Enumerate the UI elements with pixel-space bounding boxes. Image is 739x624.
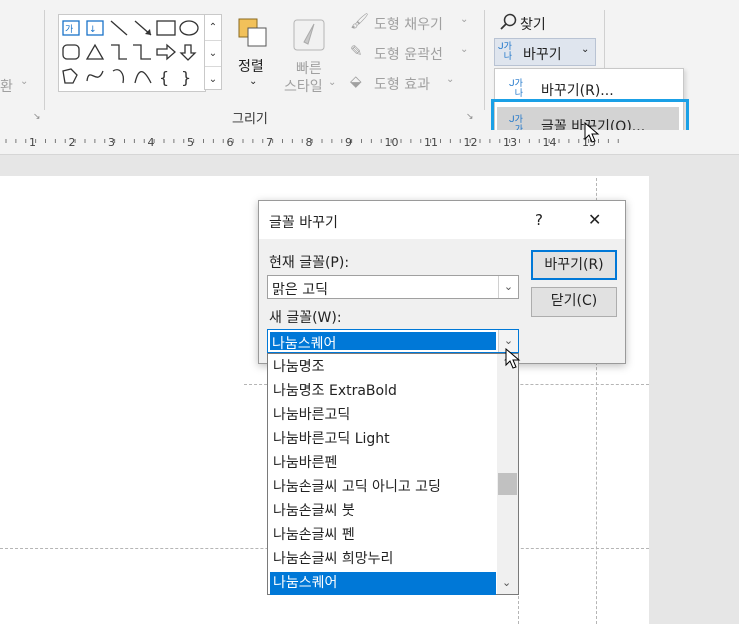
group-separator: [44, 10, 45, 110]
font-list-item-selected[interactable]: 나눔스퀘어: [270, 572, 496, 595]
font-list-item[interactable]: 나눔명조: [270, 356, 496, 379]
close-icon[interactable]: ✕: [588, 210, 601, 229]
menu-item-label: 바꾸기(R)...: [541, 83, 614, 99]
quick-styles-label-1: 빠른: [296, 61, 322, 77]
quick-styles-button[interactable]: 빠른 스타일 ⌄: [282, 14, 338, 100]
shape-effects-button[interactable]: ⬙ 도형 효과 ⌄: [350, 72, 470, 94]
current-font-label: 현재 글꼴(P):: [269, 255, 350, 271]
ruler-label: 12: [464, 136, 478, 149]
current-font-value: 맑은 고딕: [272, 282, 328, 298]
ruler-label: 7: [266, 136, 273, 149]
svg-text:가: 가: [65, 24, 73, 35]
ruler-label: 8: [306, 136, 313, 149]
mouse-cursor-icon: [584, 122, 600, 143]
chevron-down-icon[interactable]: ⌄: [498, 276, 518, 298]
font-list-item[interactable]: 나눔바른펜: [270, 452, 496, 475]
chevron-down-icon: ⌄: [460, 44, 469, 55]
scrollbar-thumb[interactable]: [498, 473, 517, 495]
ruler-ticks: 1 2 3 4 5 6 7 8 9 10 11 12 13 14 15: [5, 136, 619, 149]
font-list-item[interactable]: 나눔명조 ExtraBold: [270, 380, 496, 403]
ruler-label: 10: [385, 136, 399, 149]
arrange-icon: [238, 18, 267, 47]
replace-icon: ᒍ가 나: [498, 42, 513, 62]
replace-label: 바꾸기: [523, 47, 562, 63]
drawing-group-label: 그리기: [232, 112, 268, 127]
new-font-combo[interactable]: 나눔스퀘어 ⌄: [267, 329, 519, 353]
shape-fill-button[interactable]: 🖌 도형 채우기 ⌄: [350, 12, 470, 34]
shapes-gallery-scroll[interactable]: ⌃ ⌄ ⌄: [204, 14, 222, 90]
ruler-label: 6: [227, 136, 234, 149]
replace-font-dialog: 글꼴 바꾸기 ? ✕ 현재 글꼴(P): 맑은 고딕 ⌄ 새 글꼴(W): 나눔…: [258, 200, 626, 364]
svg-text:↓: ↓: [89, 25, 97, 35]
dialog-launcher-icon[interactable]: ↘: [33, 112, 41, 122]
horizontal-ruler: 1 2 3 4 5 6 7 8 9 10 11 12 13 14 15: [0, 130, 739, 155]
ruler-label: 5: [187, 136, 194, 149]
new-font-label: 새 글꼴(W):: [269, 310, 342, 326]
replace-icon: ᒍ가 나: [509, 79, 524, 99]
ruler-label: 2: [69, 136, 76, 149]
font-list-item[interactable]: 나눔손글씨 펜: [270, 524, 496, 547]
shape-outline-button[interactable]: ✎ 도형 윤곽선 ⌄: [350, 42, 470, 64]
font-dropdown-list: 나눔명조 나눔명조 ExtraBold 나눔바른고딕 나눔바른고딕 Light …: [267, 353, 519, 595]
close-button[interactable]: 닫기(C): [531, 287, 617, 317]
dialog-launcher-icon[interactable]: ↘: [466, 112, 474, 122]
shape-effects-label: 도형 효과: [374, 77, 430, 93]
ruler-label: 11: [424, 136, 438, 149]
chevron-down-icon[interactable]: ⌄: [502, 576, 511, 589]
quick-styles-label-2: 스타일: [284, 79, 323, 95]
ruler-label: 1: [29, 136, 36, 149]
ruler-label: 9: [345, 136, 352, 149]
chevron-down-icon[interactable]: ⌄: [205, 41, 221, 67]
ruler-label: 4: [148, 136, 155, 149]
group-separator: [484, 10, 485, 110]
font-list-item[interactable]: 나눔바른고딕 Light: [270, 428, 496, 451]
pencil-icon: ✎: [350, 42, 363, 60]
replace-dropdown-button[interactable]: ᒍ가 나 바꾸기 ⌄: [494, 38, 596, 66]
ruler-label: 3: [108, 136, 115, 149]
svg-text:}: }: [181, 68, 191, 87]
arrange-button[interactable]: 정렬 ⌄: [230, 14, 278, 94]
chevron-down-icon: ⌄: [460, 14, 469, 25]
chevron-up-icon[interactable]: ⌃: [205, 15, 221, 41]
dialog-title: 글꼴 바꾸기: [269, 215, 338, 231]
shapes-gallery[interactable]: 가 ↓ { }: [58, 14, 206, 92]
paint-bucket-icon: 🖌: [350, 12, 370, 30]
shape-outline-label: 도형 윤곽선: [374, 47, 443, 63]
svg-text:{: {: [159, 68, 169, 87]
font-list-item[interactable]: 나눔손글씨 희망누리: [270, 548, 496, 571]
ruler-label: 14: [543, 136, 557, 149]
ribbon-partial-label: 환: [0, 79, 13, 95]
font-list-item[interactable]: 나눔손글씨 고딕 아니고 고딩: [270, 476, 496, 499]
magnifier-icon: [500, 13, 517, 30]
current-font-combo[interactable]: 맑은 고딕 ⌄: [267, 275, 519, 299]
shape-effects-icon: ⬙: [350, 72, 362, 90]
mouse-cursor-icon: [505, 348, 521, 369]
quick-styles-icon: [293, 19, 325, 51]
replace-button[interactable]: 바꾸기(R): [531, 250, 617, 280]
chevron-down-icon: ⌄: [328, 77, 337, 88]
ruler-label: 13: [503, 136, 517, 149]
dialog-titlebar: 글꼴 바꾸기 ? ✕: [259, 201, 625, 239]
shapes-gallery-icons: 가 ↓ { }: [62, 20, 199, 87]
help-button[interactable]: ?: [535, 211, 543, 229]
font-list-scrollbar[interactable]: ⌃ ⌄: [497, 354, 518, 594]
chevron-down-icon: ⌄: [20, 76, 29, 87]
chevron-down-icon: ⌄: [249, 76, 258, 87]
font-list-item[interactable]: 나눔바른고딕: [270, 404, 496, 427]
chevron-down-icon: ⌄: [581, 44, 590, 55]
font-list-item[interactable]: 나눔손글씨 붓: [270, 500, 496, 523]
chevron-down-icon: ⌄: [446, 74, 455, 85]
shape-fill-label: 도형 채우기: [374, 17, 443, 33]
arrange-label: 정렬: [238, 59, 264, 75]
more-shapes-icon[interactable]: ⌄: [205, 67, 221, 92]
find-button[interactable]: 찾기: [498, 10, 558, 34]
new-font-value: 나눔스퀘어: [272, 336, 337, 352]
find-label: 찾기: [520, 17, 546, 33]
